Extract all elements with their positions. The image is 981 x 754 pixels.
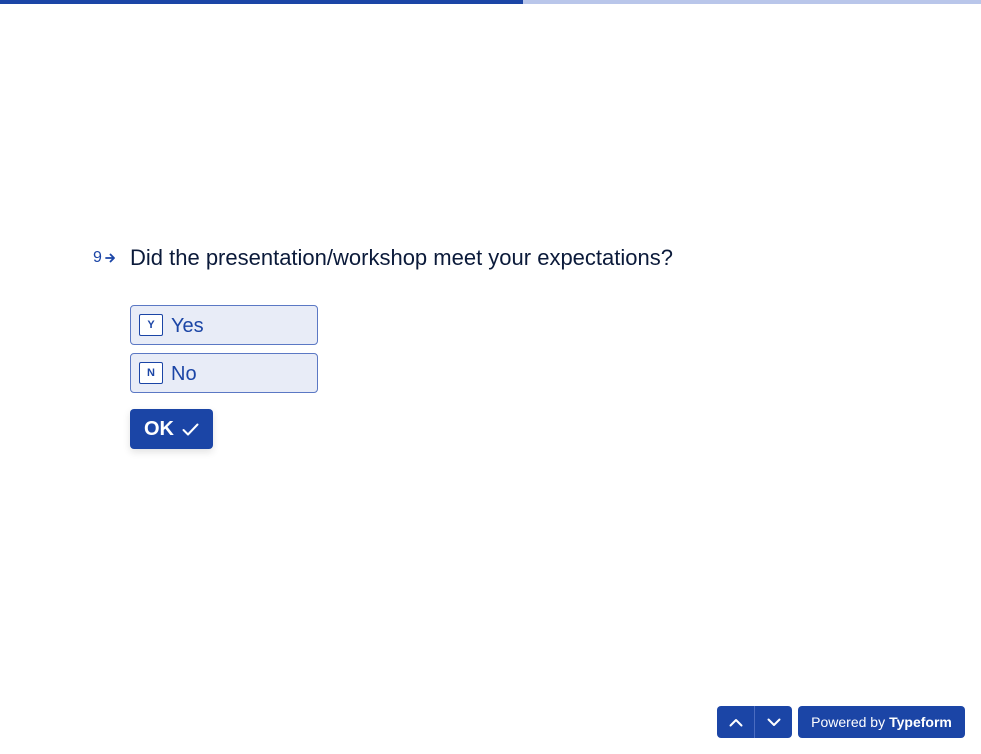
previous-question-button[interactable] [717,706,754,738]
arrow-right-icon [105,253,115,263]
powered-by-prefix: Powered by [811,714,886,730]
navigation-controls [717,706,792,738]
question-number-label: 9 [93,249,102,266]
powered-by-typeform-link[interactable]: Powered by Typeform [798,706,965,738]
choice-yes[interactable]: Y Yes [130,305,318,345]
choice-key-badge: N [139,362,163,384]
chevron-down-icon [767,718,780,726]
choice-label: No [171,363,197,385]
progress-bar [0,0,981,4]
chevron-up-icon [729,718,742,726]
typeform-page: 9 Did the presentation/workshop meet you… [0,0,981,754]
question-number: 9 [93,248,116,268]
next-question-button[interactable] [755,706,792,738]
ok-button[interactable]: OK [130,409,213,449]
choice-key-badge: Y [139,314,163,336]
ok-button-label: OK [144,417,174,440]
choice-no[interactable]: N No [130,353,318,393]
typeform-brand-name: Typeform [889,714,952,730]
progress-bar-fill [0,0,523,4]
choice-label: Yes [171,315,204,337]
checkmark-icon [182,423,199,435]
question-title: Did the presentation/workshop meet your … [130,245,673,270]
